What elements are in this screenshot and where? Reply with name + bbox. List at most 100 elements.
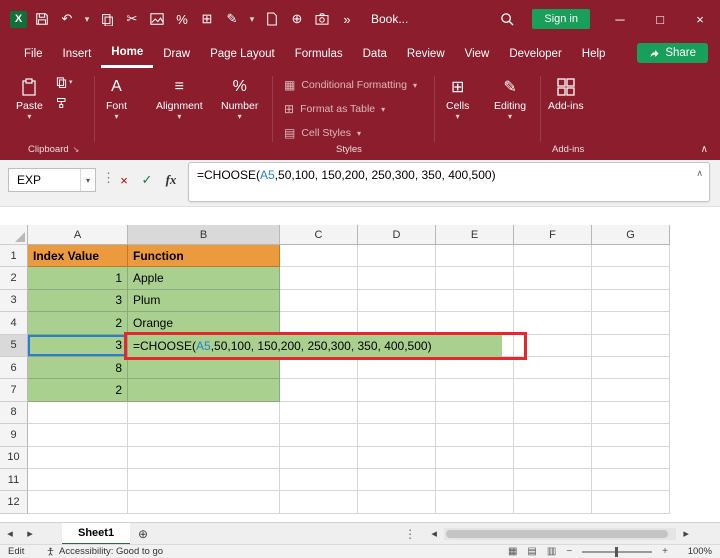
page-break-view-icon[interactable]: ▥	[547, 546, 556, 557]
sign-in-button[interactable]: Sign in	[532, 9, 590, 29]
excel-logo-icon[interactable]: X	[10, 10, 27, 28]
tab-insert[interactable]: Insert	[53, 38, 102, 68]
page-layout-view-icon[interactable]: ▤	[527, 546, 536, 557]
row-header-9[interactable]: 9	[0, 424, 28, 447]
column-header-G[interactable]: G	[592, 225, 670, 245]
cell-A1[interactable]: Index Value	[28, 245, 128, 268]
tab-draw[interactable]: Draw	[153, 38, 200, 68]
row-header-5[interactable]: 5	[0, 334, 28, 357]
save-icon[interactable]	[32, 9, 52, 29]
cell-B6[interactable]	[128, 356, 280, 380]
tab-view[interactable]: View	[455, 38, 500, 68]
cell-B12[interactable]	[128, 491, 280, 514]
cell-A2[interactable]: 1	[28, 267, 128, 290]
add-ins-button[interactable]: Add-ins	[548, 76, 584, 112]
cell-B2[interactable]: Apple	[128, 267, 280, 290]
row-header-3[interactable]: 3	[0, 289, 28, 313]
row-header-12[interactable]: 12	[0, 491, 28, 514]
paste-button[interactable]: Paste ▾	[16, 76, 43, 121]
cell-B8[interactable]	[128, 401, 280, 425]
cell-E10[interactable]	[436, 446, 514, 469]
close-button[interactable]: ×	[680, 0, 720, 38]
percent-icon[interactable]: %	[172, 9, 192, 29]
cell-G6[interactable]	[592, 356, 670, 380]
cell-E2[interactable]	[436, 267, 514, 290]
collapse-ribbon-icon[interactable]: ∧	[701, 144, 708, 155]
cell-B3[interactable]: Plum	[128, 289, 280, 313]
row-header-11[interactable]: 11	[0, 468, 28, 492]
scrollbar-track[interactable]	[444, 527, 677, 540]
tab-home[interactable]: Home	[101, 38, 154, 68]
camera-icon[interactable]	[312, 9, 332, 29]
cell-D10[interactable]	[358, 446, 436, 469]
scroll-left-icon[interactable]: ◂	[424, 527, 444, 540]
alignment-group-button[interactable]: ≡ Alignment ▾	[156, 76, 203, 121]
column-header-B[interactable]: B	[128, 225, 280, 245]
cell-A12[interactable]	[28, 491, 128, 514]
cell-D8[interactable]	[358, 401, 436, 425]
cut-icon[interactable]: ✂	[122, 9, 142, 29]
cell-C9[interactable]	[280, 424, 358, 447]
cell-A3[interactable]: 3	[28, 289, 128, 313]
cell-B11[interactable]	[128, 468, 280, 492]
chevron-down-icon[interactable]: ▾	[247, 9, 257, 29]
cell-A6[interactable]: 8	[28, 356, 128, 380]
cell-G9[interactable]	[592, 424, 670, 447]
cell-F2[interactable]	[514, 267, 592, 290]
cell-C12[interactable]	[280, 491, 358, 514]
cell-E1[interactable]	[436, 245, 514, 268]
cell-F1[interactable]	[514, 245, 592, 268]
sheet-tab-sheet1[interactable]: Sheet1	[62, 522, 131, 545]
copy-icon[interactable]	[97, 9, 117, 29]
cell-F11[interactable]	[514, 468, 592, 492]
cell-C3[interactable]	[280, 289, 358, 313]
cell-G8[interactable]	[592, 401, 670, 425]
cell-A11[interactable]	[28, 468, 128, 492]
cell-E12[interactable]	[436, 491, 514, 514]
pen-icon[interactable]: ✎	[222, 9, 242, 29]
cell-G10[interactable]	[592, 446, 670, 469]
cell-F12[interactable]	[514, 491, 592, 514]
zoom-slider-thumb[interactable]	[615, 546, 619, 557]
accessibility-status[interactable]: Accessibility: Good to go	[46, 546, 163, 557]
zoom-level[interactable]: 100%	[678, 546, 712, 557]
row-header-10[interactable]: 10	[0, 446, 28, 469]
editing-group-button[interactable]: ✎ Editing ▾	[494, 76, 526, 121]
enter-button[interactable]: ✓	[136, 168, 158, 192]
cell-F9[interactable]	[514, 424, 592, 447]
select-all-corner[interactable]	[0, 225, 28, 245]
cell-A4[interactable]: 2	[28, 312, 128, 335]
cell-D7[interactable]	[358, 379, 436, 402]
minimize-button[interactable]: ─	[600, 0, 640, 38]
row-header-1[interactable]: 1	[0, 245, 28, 268]
format-as-table-button[interactable]: ⊞ Format as Table ▾	[284, 102, 385, 116]
horizontal-scrollbar[interactable]: ◂ ▸	[424, 527, 696, 540]
tab-page-layout[interactable]: Page Layout	[200, 38, 285, 68]
dialog-launcher-icon[interactable]: ↘	[73, 145, 80, 154]
cell-D11[interactable]	[358, 468, 436, 492]
cell-D1[interactable]	[358, 245, 436, 268]
tab-data[interactable]: Data	[353, 38, 397, 68]
normal-view-icon[interactable]: ▦	[508, 546, 517, 557]
tab-review[interactable]: Review	[397, 38, 455, 68]
cell-D3[interactable]	[358, 289, 436, 313]
zoom-slider[interactable]	[582, 546, 653, 557]
column-header-A[interactable]: A	[28, 225, 128, 245]
formula-input[interactable]: =CHOOSE(A5,50,100, 150,200, 250,300, 350…	[188, 162, 710, 202]
cell-A8[interactable]	[28, 401, 128, 425]
search-icon[interactable]	[492, 7, 522, 31]
cell-G11[interactable]	[592, 468, 670, 492]
add-icon[interactable]: ⊕	[287, 9, 307, 29]
cell-C2[interactable]	[280, 267, 358, 290]
cell-C7[interactable]	[280, 379, 358, 402]
font-group-button[interactable]: A Font ▾	[106, 76, 127, 121]
number-group-button[interactable]: % Number ▾	[221, 76, 258, 121]
sheet-nav-left-icon[interactable]: ◂	[0, 527, 20, 540]
cell-D9[interactable]	[358, 424, 436, 447]
cell-B1[interactable]: Function	[128, 245, 280, 268]
tab-file[interactable]: File	[14, 38, 53, 68]
scroll-right-icon[interactable]: ▸	[676, 527, 696, 540]
cell-C10[interactable]	[280, 446, 358, 469]
copy-small-button[interactable]: ▾	[56, 76, 73, 88]
share-button[interactable]: Share	[637, 43, 708, 63]
